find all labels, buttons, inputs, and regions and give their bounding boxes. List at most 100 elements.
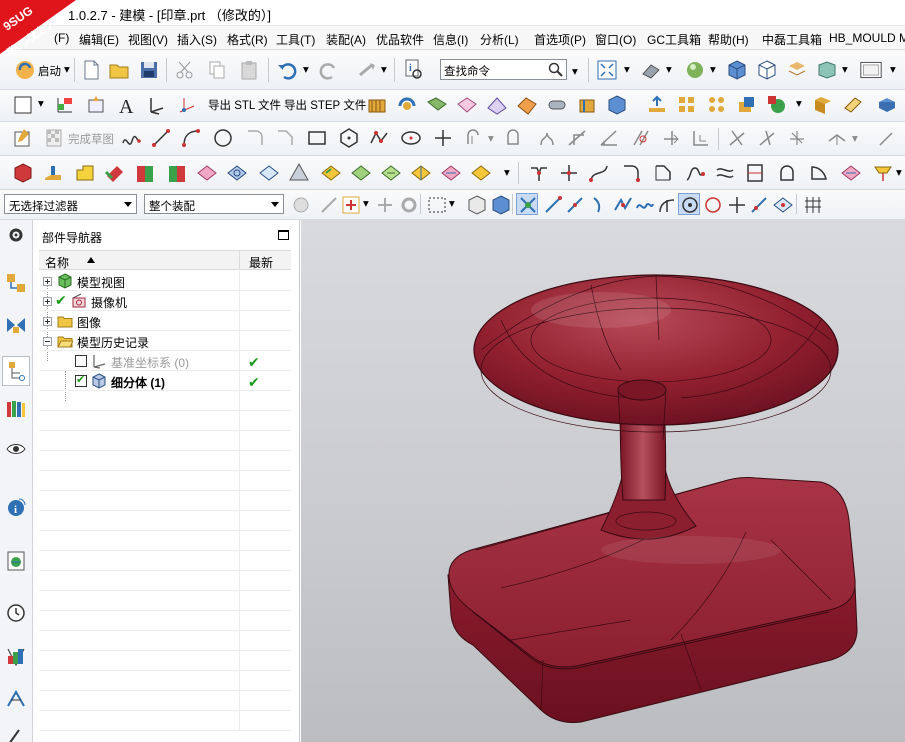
offset-surface-icon[interactable] <box>320 162 342 184</box>
edge-blend-icon[interactable] <box>876 94 898 116</box>
start-icon[interactable] <box>14 59 36 81</box>
render-dropdown-icon[interactable]: ▾ <box>710 62 716 76</box>
fill-surface-icon[interactable] <box>258 162 280 184</box>
tree-row-cameras[interactable]: ✔ 摄像机 <box>39 291 291 311</box>
tree-row-subdivision-body[interactable]: 细分体 (1) ✔ <box>39 371 291 391</box>
animate-dimension-icon[interactable] <box>826 127 848 149</box>
orient-view-icon[interactable] <box>640 59 662 81</box>
text-on-surface-icon[interactable] <box>840 162 862 184</box>
start-dropdown-icon[interactable]: ▾ <box>64 62 70 76</box>
trim-sheet-icon[interactable] <box>440 162 462 184</box>
thicken-icon[interactable] <box>410 162 432 184</box>
tangent-point-icon[interactable] <box>656 194 676 214</box>
ellipse-icon[interactable] <box>400 127 422 149</box>
auto-constrain-icon[interactable] <box>786 127 808 149</box>
finish-sketch-icon[interactable] <box>44 127 66 149</box>
subtract-icon[interactable] <box>766 94 788 116</box>
settings-icon[interactable] <box>5 224 27 246</box>
info-icon[interactable]: i <box>5 496 27 518</box>
expand-icon[interactable] <box>43 317 52 326</box>
menu-insert[interactable]: 插入(S) <box>177 31 217 48</box>
menu-format[interactable]: 格式(R) <box>227 31 268 48</box>
offset-face-icon[interactable] <box>812 94 834 116</box>
sketch-task-icon[interactable] <box>12 127 34 149</box>
point-icon[interactable] <box>176 94 198 116</box>
mid-point-icon[interactable] <box>564 194 584 214</box>
sweep-icon[interactable] <box>426 94 448 116</box>
through-curves-icon[interactable] <box>486 94 508 116</box>
coordinate-system-icon[interactable] <box>146 94 168 116</box>
red-block-icon[interactable] <box>12 162 34 184</box>
end-point-icon[interactable] <box>542 194 562 214</box>
surface-mesh-icon[interactable] <box>456 94 478 116</box>
grid-icon[interactable] <box>802 194 822 214</box>
red-green-surface-icon[interactable] <box>166 162 188 184</box>
fit-view-icon[interactable] <box>596 59 618 81</box>
arc-icon[interactable] <box>180 127 202 149</box>
finish-sketch-label[interactable]: 完成草图 <box>68 131 114 147</box>
selection-filter-select[interactable]: 无选择过滤器 <box>4 194 137 214</box>
point-on-face-icon[interactable] <box>772 194 793 214</box>
menu-gc-toolbox[interactable]: GC工具箱 <box>647 31 701 48</box>
book-surface-icon[interactable] <box>134 162 156 184</box>
undo-icon[interactable] <box>276 59 298 81</box>
column-name-header[interactable]: 名称 <box>45 254 69 271</box>
type-filter-icon[interactable] <box>340 194 360 214</box>
repeat-command-icon[interactable] <box>356 59 378 81</box>
control-point-icon[interactable] <box>588 194 608 214</box>
quadrant-point-icon[interactable] <box>702 194 722 214</box>
unite-icon[interactable] <box>736 94 758 116</box>
column-latest-header[interactable]: 最新 <box>249 254 273 271</box>
yellow-surface-icon[interactable] <box>74 162 96 184</box>
expand-icon[interactable] <box>43 297 52 306</box>
menu-view[interactable]: 视图(V) <box>128 31 168 48</box>
animate-dropdown-icon[interactable]: ▾ <box>852 131 858 145</box>
select-face-icon[interactable] <box>466 194 486 215</box>
process-studio-icon[interactable] <box>5 688 27 710</box>
point-on-curve-icon[interactable] <box>748 194 768 214</box>
render-style-icon[interactable] <box>684 59 706 81</box>
paste-icon[interactable] <box>238 59 260 81</box>
menu-zhonglei-toolbox[interactable]: 中磊工具箱 <box>762 31 822 48</box>
extrude-surface-icon[interactable] <box>42 162 64 184</box>
assembly-navigator-icon[interactable] <box>5 272 27 294</box>
section-curve-icon[interactable] <box>744 162 766 184</box>
menu-analysis[interactable]: 分析(L) <box>480 31 519 48</box>
system-materials-icon[interactable] <box>5 646 27 668</box>
n-sided-surface-icon[interactable] <box>226 162 248 184</box>
redo-icon[interactable] <box>318 59 340 81</box>
bridge-curve-icon[interactable] <box>588 162 610 184</box>
menu-youpin[interactable]: 优品软件 <box>376 31 424 48</box>
select-mode-dropdown-icon[interactable]: ▾ <box>449 196 455 210</box>
open-folder-icon[interactable] <box>108 59 130 81</box>
datum-icon[interactable] <box>54 94 76 116</box>
quick-trim-icon[interactable] <box>630 127 652 149</box>
visibility-checkbox[interactable] <box>75 355 87 367</box>
alternate-solution-icon[interactable] <box>876 127 898 149</box>
wrap-curve-icon[interactable] <box>776 162 798 184</box>
trim-body-icon[interactable] <box>842 94 864 116</box>
stamp-model[interactable] <box>301 220 905 742</box>
web-browser-icon[interactable] <box>5 550 27 572</box>
tree-row-model-history[interactable]: 模型历史记录 <box>39 331 291 351</box>
fit-view-dropdown-icon[interactable]: ▾ <box>624 62 630 76</box>
pattern-dots-icon[interactable] <box>706 94 728 116</box>
tree-row-images[interactable]: 图像 <box>39 311 291 331</box>
extrude-icon[interactable] <box>366 94 388 116</box>
shaded-cube-icon[interactable] <box>726 59 748 81</box>
intersection-point-icon[interactable] <box>612 194 632 214</box>
curve-dropdown-icon[interactable]: ▾ <box>896 165 902 179</box>
menu-info[interactable]: 信息(I) <box>433 31 468 48</box>
new-file-icon[interactable] <box>80 59 102 81</box>
rectangle-icon[interactable] <box>306 127 328 149</box>
fillet-curve-icon[interactable] <box>620 162 642 184</box>
existing-point-icon[interactable] <box>726 194 746 214</box>
curve-point-icon[interactable] <box>634 194 654 214</box>
search-command-input[interactable]: 查找命令 <box>440 59 567 80</box>
point-plus-icon[interactable] <box>432 127 454 149</box>
curve-intersect-icon[interactable] <box>558 162 580 184</box>
menu-hb-mould[interactable]: HB_MOULD M <box>829 31 905 45</box>
part-navigator-icon[interactable] <box>2 356 30 386</box>
history-clock-icon[interactable] <box>5 602 27 624</box>
studio-surface-icon[interactable] <box>516 94 538 116</box>
